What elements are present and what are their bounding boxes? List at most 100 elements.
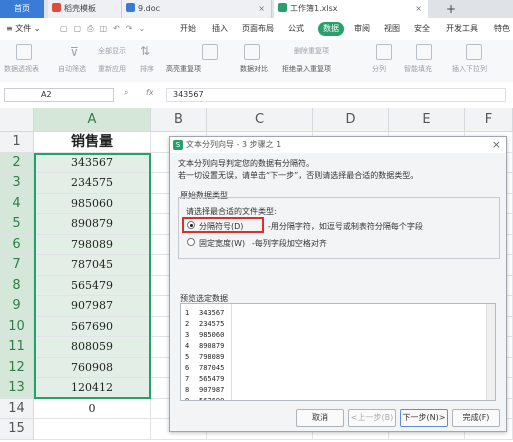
- row-header[interactable]: 12: [0, 357, 34, 378]
- menu-item-review[interactable]: 审阅: [354, 18, 370, 40]
- delete-duplicates-button[interactable]: 删除重复项: [294, 46, 329, 56]
- menu-item-page-layout[interactable]: 页面布局: [242, 18, 274, 40]
- preview-row-number: 9: [185, 397, 190, 401]
- app-logo-icon: S: [173, 140, 183, 150]
- preview-column-divider: [231, 304, 232, 400]
- dialog-intro-line1: 文本分列向导判定您的数据有分隔符。: [178, 159, 314, 168]
- preview-row-number: 4: [185, 342, 190, 350]
- row-header[interactable]: 10: [0, 316, 34, 337]
- row-header[interactable]: 5: [0, 214, 34, 235]
- add-tab-button[interactable]: +: [446, 0, 456, 18]
- next-button[interactable]: 下一步(N)>: [400, 409, 448, 427]
- quick-access-icons[interactable]: ▢▢⎙◫↶↷⌄: [60, 18, 151, 40]
- menu-item-home[interactable]: 开始: [180, 18, 196, 40]
- smart-fill-button[interactable]: 智能填充: [404, 64, 432, 74]
- preview-row-value: 890879: [199, 342, 225, 350]
- delimited-radio[interactable]: [187, 221, 195, 229]
- data-compare-button[interactable]: 数据对比: [240, 64, 268, 74]
- smart-fill-icon: [416, 44, 432, 60]
- row-header[interactable]: 3: [0, 173, 34, 194]
- preview-row-number: 3: [185, 331, 190, 339]
- tab-label: 9.doc: [138, 4, 161, 13]
- chevron-down-icon: ⌄: [31, 24, 41, 33]
- tab-doc-template[interactable]: 稻壳模板: [48, 0, 122, 18]
- row-header[interactable]: 4: [0, 193, 34, 214]
- show-all-button[interactable]: 全部显示: [98, 46, 126, 56]
- preview-box[interactable]: 1 343567 2 234575 3 985060 4 890879 5 798089 6 7870…: [180, 303, 496, 401]
- close-icon[interactable]: ×: [492, 137, 501, 153]
- menu-item-developer[interactable]: 开发工具: [446, 18, 478, 40]
- insert-dropdown-button[interactable]: 插入下拉列: [452, 64, 487, 74]
- row-header[interactable]: 2: [0, 152, 34, 173]
- tab-workbook[interactable]: 工作簿1.xlsx ×: [274, 0, 428, 18]
- split-column-button[interactable]: 分列: [372, 64, 386, 74]
- fixed-width-radio[interactable]: [187, 238, 195, 246]
- delimited-label[interactable]: 分隔符号(D): [199, 221, 243, 232]
- column-header-e[interactable]: E: [389, 108, 465, 132]
- split-column-icon: [376, 44, 392, 60]
- preview-row-value: 907987: [199, 386, 225, 394]
- formula-input[interactable]: 343567: [166, 88, 506, 102]
- close-icon[interactable]: ×: [415, 0, 422, 18]
- finish-button[interactable]: 完成(F): [452, 409, 500, 427]
- pivot-table-button[interactable]: 数据透视表: [4, 64, 39, 74]
- previous-button[interactable]: <上一步(B): [348, 409, 396, 427]
- select-all-corner[interactable]: [0, 108, 34, 132]
- fx-button[interactable]: fx: [146, 88, 154, 97]
- dialog-intro-line2: 若一切设置无误，请单击“下一步”，否则请选择最合适的数据类型。: [178, 171, 419, 180]
- dialog-title: 文本分列向导 - 3 步骤之 1: [170, 137, 506, 153]
- row-header[interactable]: 15: [0, 419, 34, 440]
- column-a-header-cell[interactable]: 销售量: [34, 132, 151, 153]
- preview-row-value: 798089: [199, 353, 225, 361]
- cancel-button[interactable]: 取消: [296, 409, 344, 427]
- menu-item-special[interactable]: 特色: [494, 18, 510, 40]
- pivot-table-icon: [16, 44, 32, 60]
- menu-item-view[interactable]: 视图: [384, 18, 400, 40]
- insert-dropdown-icon: [466, 44, 482, 60]
- delimited-description: -用分隔字符，如逗号或制表符分隔每个字段: [268, 222, 423, 231]
- column-header-c[interactable]: C: [207, 108, 313, 132]
- preview-row-value: 343567: [199, 309, 225, 317]
- menu-item-data[interactable]: 数据: [318, 22, 344, 36]
- preview-row-number: 6: [185, 364, 190, 372]
- menu-item-insert[interactable]: 插入: [212, 18, 228, 40]
- row-header[interactable]: 1: [0, 132, 34, 153]
- fixed-width-label[interactable]: 固定宽度(W): [199, 238, 245, 249]
- reject-duplicates-button[interactable]: 拒绝录入重复项: [282, 64, 331, 74]
- file-menu[interactable]: ≡ 文件 ⌄: [6, 18, 41, 40]
- name-box[interactable]: A2: [4, 88, 114, 102]
- preview-row-value: 787045: [199, 364, 225, 372]
- tab-home[interactable]: 首页: [0, 0, 44, 18]
- row-header[interactable]: 9: [0, 296, 34, 317]
- reapply-button[interactable]: 重新应用: [98, 64, 126, 74]
- tab-doc-9[interactable]: 9.doc ×: [122, 0, 272, 18]
- cell-a[interactable]: [34, 419, 151, 440]
- file-menu-label: 文件: [15, 24, 32, 33]
- highlight-duplicates-icon: [202, 44, 218, 60]
- preview-row-number: 8: [185, 386, 190, 394]
- row-header[interactable]: 11: [0, 337, 34, 358]
- menu-item-security[interactable]: 安全: [414, 18, 430, 40]
- row-header[interactable]: 8: [0, 275, 34, 296]
- column-header-f[interactable]: F: [465, 108, 513, 132]
- row-header[interactable]: 7: [0, 255, 34, 276]
- row-header[interactable]: 13: [0, 378, 34, 399]
- row-header[interactable]: 14: [0, 398, 34, 419]
- sort-button[interactable]: 排序: [140, 64, 154, 74]
- preview-scrollbar[interactable]: [486, 304, 495, 400]
- choose-type-label: 请选择最合适的文件类型:: [186, 207, 277, 216]
- cell-a[interactable]: 0: [34, 398, 151, 419]
- highlight-duplicates-button[interactable]: 高亮重复项: [166, 64, 201, 74]
- filter-icon: ⊽: [70, 45, 79, 59]
- ribbon-toolbar: 数据透视表 ⊽ 自动筛选 全部显示 重新应用 ⇅ 排序 高亮重复项 数据对比 删…: [0, 40, 513, 83]
- autofilter-button[interactable]: 自动筛选: [58, 64, 86, 74]
- tab-bar: 首页 稻壳模板 9.doc × 工作簿1.xlsx × +: [0, 0, 513, 18]
- zoom-icon[interactable]: ⌕: [124, 88, 128, 98]
- close-icon[interactable]: ×: [258, 0, 265, 18]
- column-header-b[interactable]: B: [151, 108, 207, 132]
- column-header-a[interactable]: A: [34, 108, 151, 132]
- selection-range: [34, 152, 151, 399]
- row-header[interactable]: 6: [0, 234, 34, 255]
- column-header-d[interactable]: D: [313, 108, 389, 132]
- menu-item-formula[interactable]: 公式: [288, 18, 304, 40]
